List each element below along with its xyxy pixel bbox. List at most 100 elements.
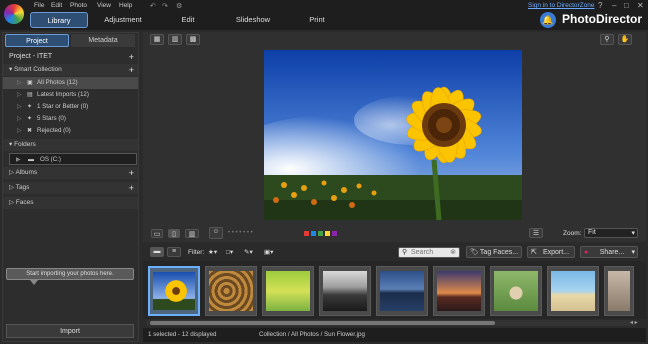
compare-view-icon[interactable]: ▦ <box>150 34 164 45</box>
thumbnail-cat[interactable] <box>490 266 542 316</box>
smart-item-latest-imports[interactable]: ▷ ▤ Latest Imports (12) <box>3 89 138 101</box>
face-tag-icon[interactable]: ☺ <box>209 227 223 239</box>
menu-help[interactable]: Help <box>119 2 132 9</box>
notification-bell-icon[interactable]: 🔔 <box>540 12 556 28</box>
clear-search-icon[interactable]: ⊗ <box>450 248 456 258</box>
current-path: Collection / All Photos / Sun Flower.jpg <box>259 331 365 338</box>
thumbnail-sunset[interactable] <box>433 266 485 316</box>
faces-header[interactable]: ▷ Faces <box>3 197 138 209</box>
folder-os-c[interactable]: ▶ ▬ OS (C:) <box>9 153 137 165</box>
stars-icon: ✦ <box>27 116 33 122</box>
search-input[interactable]: ⚲ Search ⊗ <box>398 247 460 258</box>
scrollbar-thumb[interactable] <box>150 321 495 325</box>
rating-dots[interactable]: • • • • • • • <box>228 230 253 236</box>
zoom-select[interactable]: Fit ▾ <box>584 228 638 238</box>
star-icon: ✦ <box>27 104 33 110</box>
redo-icon[interactable]: ↷ <box>162 2 168 10</box>
smart-item-rejected[interactable]: ▷ ✖ Rejected (0) <box>3 125 138 137</box>
tab-metadata[interactable]: Metadata <box>71 34 135 47</box>
maximize-icon[interactable]: □ <box>624 1 629 10</box>
minimize-icon[interactable]: – <box>612 1 616 10</box>
project-title: Project - ITET + <box>9 51 134 63</box>
main-photo-sunflower <box>264 50 522 220</box>
status-bar: 1 selected - 12 displayed Collection / A… <box>143 328 646 342</box>
share-icon: ● <box>584 249 589 256</box>
tab-print[interactable]: Print <box>307 12 327 28</box>
smart-item-1-star[interactable]: ▷ ✦ 1 Star or Better (0) <box>3 101 138 113</box>
magnifier-icon[interactable]: ⚲ <box>600 34 614 45</box>
hand-tool-icon[interactable]: ✋ <box>618 34 632 45</box>
survey-view-icon[interactable]: ▥ <box>185 229 199 238</box>
import-icon: ▤ <box>27 92 33 98</box>
type-filter-icon[interactable]: ▣▾ <box>264 248 273 256</box>
add-tag-icon[interactable]: + <box>129 182 134 194</box>
drive-icon: ▬ <box>28 157 34 163</box>
edit-filter-icon[interactable]: ✎▾ <box>244 248 253 256</box>
chevron-down-icon: ▾ <box>631 230 635 237</box>
left-panel: Project Metadata Project - ITET + ▾ Smart… <box>2 32 139 342</box>
tab-library[interactable]: Library <box>30 12 88 28</box>
tab-project[interactable]: Project <box>5 34 69 47</box>
color-label-blue[interactable] <box>311 231 316 236</box>
help-icon[interactable]: ? <box>598 1 602 10</box>
add-project-icon[interactable]: + <box>129 51 134 63</box>
filmstrip-view-icon[interactable]: ▬ <box>150 247 164 257</box>
rating-filter-icon[interactable]: ★▾ <box>208 248 217 256</box>
tag-icon: 🏷 <box>470 249 479 256</box>
zoom-value: Fit <box>588 229 596 236</box>
menu-view[interactable]: View <box>97 2 111 9</box>
compare-two-icon[interactable]: ▯ <box>168 229 180 238</box>
search-icon: ⚲ <box>402 249 408 256</box>
folders-header[interactable]: ▾ Folders <box>3 139 138 151</box>
thumbnail-sunflower[interactable] <box>148 266 200 316</box>
single-view-icon[interactable]: ▭ <box>151 229 163 238</box>
chevron-down-icon: ▾ <box>631 249 635 256</box>
tab-adjustment[interactable]: Adjustment <box>100 12 146 28</box>
sort-menu-icon[interactable]: ☰ <box>529 228 543 238</box>
list-view-icon[interactable]: ≡ <box>167 247 181 257</box>
smart-collection-header[interactable]: ▾ Smart Collection + <box>3 64 138 76</box>
smart-item-5-stars[interactable]: ▷ ✦ 5 Stars (0) <box>3 113 138 125</box>
thumbnail-dark-scene[interactable] <box>319 266 371 316</box>
color-labels[interactable] <box>304 231 339 238</box>
import-tooltip: Start importing your photos here. <box>6 268 134 280</box>
brand-title: PhotoDirector <box>562 12 643 26</box>
export-icon: ⇱ <box>531 249 537 256</box>
flag-filter-icon[interactable]: □▾ <box>226 248 233 256</box>
add-smart-collection-icon[interactable]: + <box>129 64 134 76</box>
thumbnail-lake[interactable] <box>376 266 428 316</box>
add-album-icon[interactable]: + <box>129 167 134 179</box>
app-logo-icon <box>4 4 24 24</box>
signin-link[interactable]: Sign in to DirectorZone <box>528 2 594 9</box>
grid-view-icon[interactable]: ▩ <box>186 34 200 45</box>
reject-icon: ✖ <box>27 128 33 134</box>
filter-label: Filter: <box>188 249 205 256</box>
color-label-red[interactable] <box>304 231 309 236</box>
tooltip-arrow <box>30 280 38 285</box>
tags-header[interactable]: ▷ Tags + <box>3 182 138 194</box>
menu-photo[interactable]: Photo <box>70 2 87 9</box>
tab-slideshow[interactable]: Slideshow <box>234 12 272 28</box>
histogram-icon[interactable]: ▥ <box>168 34 182 45</box>
close-icon[interactable]: ✕ <box>637 1 644 10</box>
smart-item-all-photos[interactable]: ▷ ▣ All Photos (12) <box>3 77 138 89</box>
thumbnail-spiral[interactable] <box>205 266 257 316</box>
color-label-yellow[interactable] <box>325 231 330 236</box>
menu-file[interactable]: File <box>34 2 44 9</box>
selection-count: 1 selected - 12 displayed <box>148 331 217 338</box>
color-label-green[interactable] <box>318 231 323 236</box>
export-button[interactable]: ⇱ Export... <box>527 246 575 258</box>
menu-edit[interactable]: Edit <box>51 2 62 9</box>
color-label-purple[interactable] <box>332 231 337 236</box>
settings-gear-icon[interactable]: ⚙ <box>176 2 182 10</box>
share-button[interactable]: ● Share... ▾ <box>580 246 638 258</box>
tag-faces-button[interactable]: 🏷 Tag Faces... <box>466 246 522 258</box>
thumbnail-green-field[interactable] <box>262 266 314 316</box>
tab-edit[interactable]: Edit <box>176 12 200 28</box>
import-button[interactable]: Import <box>6 324 134 338</box>
thumbnail-beach[interactable] <box>547 266 599 316</box>
albums-header[interactable]: ▷ Albums + <box>3 167 138 179</box>
undo-icon[interactable]: ↶ <box>150 2 156 10</box>
scroll-left-right-icon[interactable]: ◂ ▸ <box>630 319 638 326</box>
thumbnail-partial[interactable] <box>604 266 634 316</box>
